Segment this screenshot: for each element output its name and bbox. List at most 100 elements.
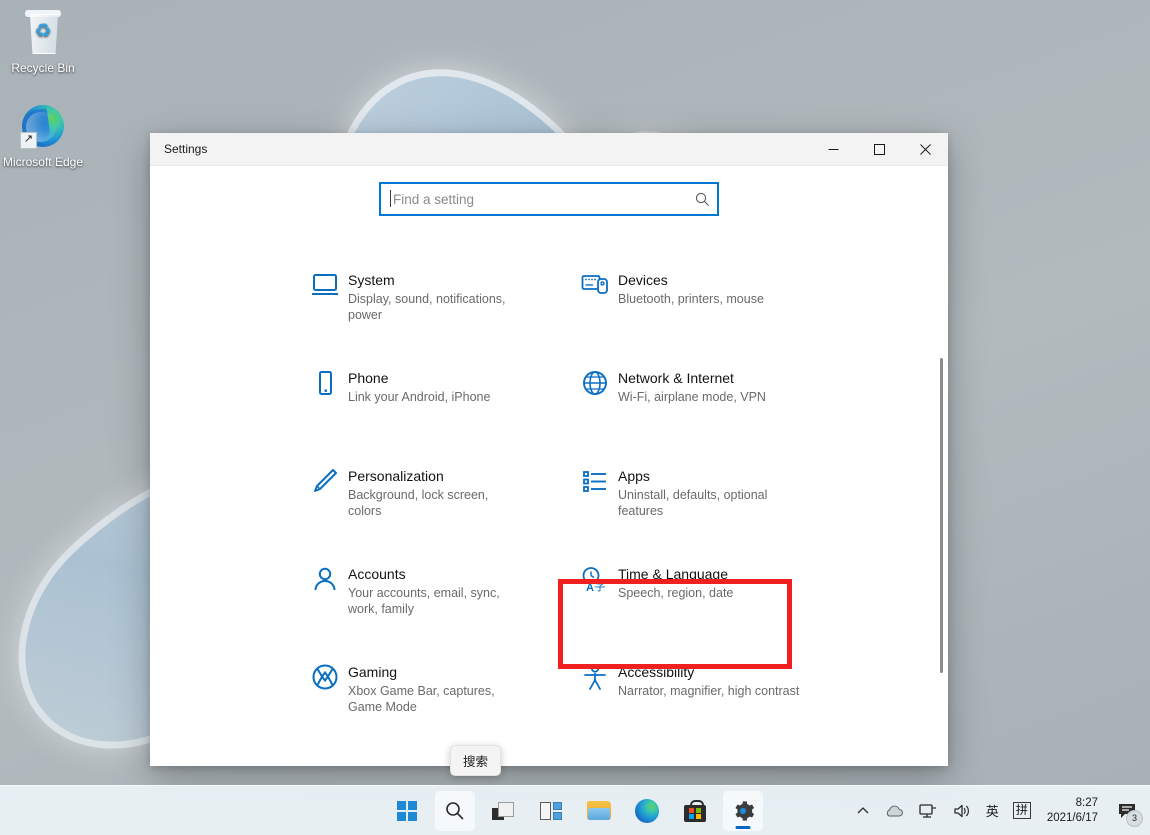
system-tray: 英 拼 8:27 2021/6/17 3	[854, 796, 1140, 826]
tile-title: Devices	[618, 271, 764, 289]
settings-tile-accounts[interactable]: Accounts Your accounts, email, sync, wor…	[290, 554, 560, 628]
active-indicator	[736, 826, 751, 829]
search-icon	[445, 801, 465, 821]
svg-text:A: A	[586, 582, 594, 594]
tile-description: Your accounts, email, sync, work, family	[348, 585, 523, 617]
settings-tiles-grid: System Display, sound, notifications, po…	[150, 260, 948, 726]
list-icon	[572, 466, 618, 494]
maximize-icon	[874, 144, 885, 155]
tile-title: System	[348, 271, 523, 289]
tile-description: Bluetooth, printers, mouse	[618, 291, 764, 307]
taskbar-clock[interactable]: 8:27 2021/6/17	[1043, 796, 1104, 826]
window-controls	[810, 133, 948, 165]
gear-icon	[731, 799, 755, 823]
search-icon[interactable]	[687, 192, 717, 207]
globe-icon	[572, 368, 618, 396]
settings-tile-time-language[interactable]: A 字 Time & Language Speech, region, date	[560, 554, 850, 628]
tile-description: Speech, region, date	[618, 585, 733, 601]
close-button[interactable]	[902, 133, 948, 165]
scrollbar[interactable]	[936, 166, 946, 766]
tile-description: Wi-Fi, airplane mode, VPN	[618, 389, 766, 405]
tray-ime-mode[interactable]: 英	[984, 796, 1001, 826]
tile-title: Time & Language	[618, 565, 733, 583]
tile-title: Network & Internet	[618, 369, 766, 387]
ime-pinyin-label: 拼	[1013, 802, 1031, 819]
tile-title: Gaming	[348, 663, 523, 681]
desktop-icon-label: Recycle Bin	[11, 61, 74, 75]
edge-icon: ↗	[19, 102, 67, 150]
settings-tile-gaming[interactable]: Gaming Xbox Game Bar, captures, Game Mod…	[290, 652, 560, 726]
text-caret	[390, 190, 391, 207]
xbox-icon	[302, 662, 348, 690]
notification-center-button[interactable]: 3	[1114, 798, 1140, 824]
desktop-icon-microsoft-edge[interactable]: ↗ Microsoft Edge	[0, 102, 86, 169]
search-input[interactable]	[381, 191, 687, 208]
tray-overflow-button[interactable]	[854, 796, 872, 826]
tile-title: Personalization	[348, 467, 523, 485]
task-view-icon	[492, 802, 514, 820]
windows-logo-icon	[397, 801, 417, 821]
tray-cloud-button[interactable]	[882, 796, 906, 826]
network-icon	[918, 802, 938, 820]
taskbar-buttons	[387, 791, 763, 831]
tile-description: Uninstall, defaults, optional features	[618, 487, 803, 519]
scrollbar-thumb[interactable]	[940, 358, 943, 673]
taskbar-button-store[interactable]	[675, 791, 715, 831]
close-icon	[920, 144, 931, 155]
tile-description: Narrator, magnifier, high contrast	[618, 683, 799, 699]
settings-tile-personalization[interactable]: Personalization Background, lock screen,…	[290, 456, 560, 530]
desktop-icon-label: Microsoft Edge	[3, 155, 83, 169]
window-title: Settings	[150, 142, 207, 156]
settings-tile-phone[interactable]: Phone Link your Android, iPhone	[290, 358, 560, 432]
settings-tile-network-internet[interactable]: Network & Internet Wi-Fi, airplane mode,…	[560, 358, 850, 432]
settings-tile-system[interactable]: System Display, sound, notifications, po…	[290, 260, 560, 334]
tile-title: Accessibility	[618, 663, 799, 681]
volume-icon	[952, 802, 972, 820]
recycle-bin-icon: ♻	[19, 8, 67, 56]
clock-date: 2021/6/17	[1047, 811, 1098, 826]
store-icon	[684, 800, 706, 822]
notification-badge: 3	[1126, 810, 1143, 827]
minimize-icon	[828, 144, 839, 155]
tray-ime-pinyin[interactable]: 拼	[1011, 796, 1033, 826]
tile-description: Xbox Game Bar, captures, Game Mode	[348, 683, 523, 715]
settings-window: Settings	[150, 133, 948, 766]
svg-text:字: 字	[594, 578, 606, 593]
desktop: ♻ Recycle Bin ↗ Microsoft Edge Settings	[0, 0, 1150, 835]
maximize-button[interactable]	[856, 133, 902, 165]
widgets-icon	[540, 802, 562, 820]
taskbar-button-file-explorer[interactable]	[579, 791, 619, 831]
phone-icon	[302, 368, 348, 396]
tile-description: Link your Android, iPhone	[348, 389, 490, 405]
tray-network-button[interactable]	[916, 796, 940, 826]
devices-icon	[572, 270, 618, 298]
person-icon	[302, 564, 348, 592]
monitor-icon	[302, 270, 348, 298]
brush-icon	[302, 466, 348, 494]
tile-title: Accounts	[348, 565, 523, 583]
taskbar-button-start[interactable]	[387, 791, 427, 831]
taskbar-button-edge[interactable]	[627, 791, 667, 831]
taskbar-button-search[interactable]	[435, 791, 475, 831]
desktop-icon-recycle-bin[interactable]: ♻ Recycle Bin	[0, 8, 86, 75]
search-box[interactable]	[379, 182, 719, 216]
folder-icon	[587, 801, 611, 820]
minimize-button[interactable]	[810, 133, 856, 165]
settings-tile-devices[interactable]: Devices Bluetooth, printers, mouse	[560, 260, 850, 334]
edge-icon	[635, 799, 659, 823]
chevron-up-icon	[856, 804, 870, 818]
tray-volume-button[interactable]	[950, 796, 974, 826]
settings-tile-apps[interactable]: Apps Uninstall, defaults, optional featu…	[560, 456, 850, 530]
tooltip-label: 搜索	[463, 755, 488, 769]
tile-title: Phone	[348, 369, 490, 387]
settings-tile-accessibility[interactable]: Accessibility Narrator, magnifier, high …	[560, 652, 850, 726]
search-row	[150, 166, 948, 216]
taskbar-button-settings[interactable]	[723, 791, 763, 831]
taskbar-button-widgets[interactable]	[531, 791, 571, 831]
tile-description: Display, sound, notifications, power	[348, 291, 523, 323]
tile-description: Background, lock screen, colors	[348, 487, 523, 519]
taskbar-button-task-view[interactable]	[483, 791, 523, 831]
tile-title: Apps	[618, 467, 803, 485]
search-tooltip: 搜索	[450, 745, 501, 776]
ime-mode-label: 英	[986, 801, 999, 820]
